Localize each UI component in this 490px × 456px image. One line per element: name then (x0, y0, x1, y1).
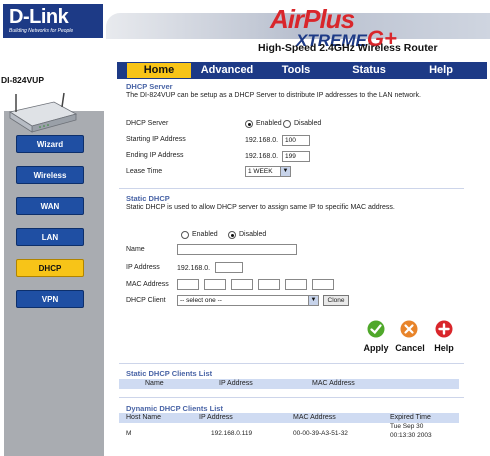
end-ip-label: Ending IP Address (126, 152, 184, 159)
static-dhcp-enabled-radio[interactable] (181, 231, 189, 239)
apply-label: Apply (363, 343, 389, 353)
static-ip-input[interactable] (215, 262, 243, 273)
brand-name: D-Link (9, 6, 69, 28)
static-dhcp-enabled-label: Enabled (192, 231, 218, 238)
name-input[interactable] (177, 244, 297, 255)
dynamic-col-expired: Expired Time (390, 414, 431, 421)
router-image (8, 92, 78, 133)
static-col-ip: IP Address (219, 380, 253, 387)
top-tabs: Home Advanced Tools Status Help (117, 62, 487, 79)
sidebar-item-wizard[interactable]: Wizard (16, 135, 84, 153)
static-dhcp-disabled-label: Disabled (239, 231, 267, 238)
header: D-Link Building Networks for People AirP… (0, 0, 490, 56)
dhcp-server-disabled-radio[interactable] (283, 120, 291, 128)
dhcp-server-description: The DI-824VUP can be setup as a DHCP Ser… (126, 92, 421, 99)
section-divider (119, 397, 464, 398)
chevron-down-icon: ▼ (280, 167, 290, 176)
section-divider (119, 188, 464, 189)
help-label: Help (434, 343, 454, 353)
static-col-name: Name (145, 380, 164, 387)
sidebar-item-wan[interactable]: WAN (16, 197, 84, 215)
row-expired-date: Tue Sep 30 (390, 423, 424, 430)
dynamic-col-host: Host Name (126, 414, 162, 421)
static-ip-label: IP Address (126, 264, 160, 271)
cancel-label: Cancel (395, 343, 425, 353)
tab-help[interactable]: Help (409, 63, 473, 78)
section-divider (119, 363, 464, 364)
tab-home[interactable]: Home (127, 63, 191, 78)
static-dhcp-description: Static DHCP is used to allow DHCP server… (126, 204, 395, 211)
lease-time-value: 1 WEEK (248, 168, 273, 175)
dhcp-client-label: DHCP Client (126, 297, 166, 304)
tab-advanced[interactable]: Advanced (193, 63, 261, 78)
plus-help-icon (435, 320, 453, 338)
row-expired-time: 00:13:30 2003 (390, 432, 432, 439)
static-list-title: Static DHCP Clients List (126, 369, 213, 378)
sidebar (0, 56, 107, 456)
sidebar-panel (4, 111, 104, 456)
cancel-icon (400, 320, 418, 338)
static-ip-prefix: 192.168.0. (177, 265, 211, 272)
checkmark-icon (367, 320, 385, 338)
static-col-mac: MAC Address (312, 380, 355, 387)
dhcp-server-label: DHCP Server (126, 120, 169, 127)
dlink-logo: D-Link Building Networks for People (3, 4, 103, 38)
dynamic-list-title: Dynamic DHCP Clients List (126, 404, 223, 413)
dhcp-server-title: DHCP Server (126, 82, 173, 91)
sidebar-item-dhcp[interactable]: DHCP (16, 259, 84, 277)
start-ip-input[interactable]: 100 (282, 135, 310, 146)
chevron-down-icon: ▼ (308, 296, 318, 305)
tab-status[interactable]: Status (335, 63, 403, 78)
static-dhcp-title: Static DHCP (126, 194, 170, 203)
start-ip-prefix: 192.168.0. (245, 137, 279, 144)
end-ip-prefix: 192.168.0. (245, 153, 279, 160)
mac-address-label: MAC Address (126, 281, 169, 288)
dynamic-col-mac: MAC Address (293, 414, 336, 421)
mac-octet-3-input[interactable] (231, 279, 253, 290)
dhcp-server-disabled-label: Disabled (294, 120, 322, 127)
dynamic-col-ip: IP Address (199, 414, 233, 421)
mac-octet-1-input[interactable] (177, 279, 199, 290)
end-ip-input[interactable]: 199 (282, 151, 310, 162)
clone-button[interactable]: Clone (323, 295, 349, 306)
mac-octet-5-input[interactable] (285, 279, 307, 290)
lease-time-label: Lease Time (126, 168, 163, 175)
name-label: Name (126, 246, 145, 253)
product-tagline: High-Speed 2.4GHz Wireless Router (258, 42, 438, 54)
start-ip-label: Starting IP Address (126, 136, 186, 143)
sidebar-item-vpn[interactable]: VPN (16, 290, 84, 308)
row-host: M (126, 430, 132, 437)
dhcp-server-enabled-label: Enabled (256, 120, 282, 127)
sidebar-item-wireless[interactable]: Wireless (16, 166, 84, 184)
model-label: DI-824VUP (1, 75, 44, 85)
tab-tools[interactable]: Tools (265, 63, 327, 78)
mac-octet-6-input[interactable] (312, 279, 334, 290)
lease-time-select[interactable]: 1 WEEK ▼ (245, 166, 291, 177)
dhcp-client-select-value: -- select one -- (180, 297, 222, 304)
sidebar-item-lan[interactable]: LAN (16, 228, 84, 246)
static-dhcp-disabled-radio[interactable] (228, 231, 236, 239)
mac-octet-2-input[interactable] (204, 279, 226, 290)
brand-tagline: Building Networks for People (9, 28, 74, 34)
row-ip: 192.168.0.119 (211, 430, 253, 437)
static-list-header: Name IP Address MAC Address (119, 379, 459, 389)
dhcp-client-select[interactable]: -- select one -- ▼ (177, 295, 319, 306)
mac-octet-4-input[interactable] (258, 279, 280, 290)
main-content: DHCP Server The DI-824VUP can be setup a… (119, 80, 487, 456)
dynamic-list-header: Host Name IP Address MAC Address Expired… (119, 413, 459, 423)
dhcp-server-enabled-radio[interactable] (245, 120, 253, 128)
row-mac: 00-00-39-A3-51-32 (293, 430, 348, 437)
